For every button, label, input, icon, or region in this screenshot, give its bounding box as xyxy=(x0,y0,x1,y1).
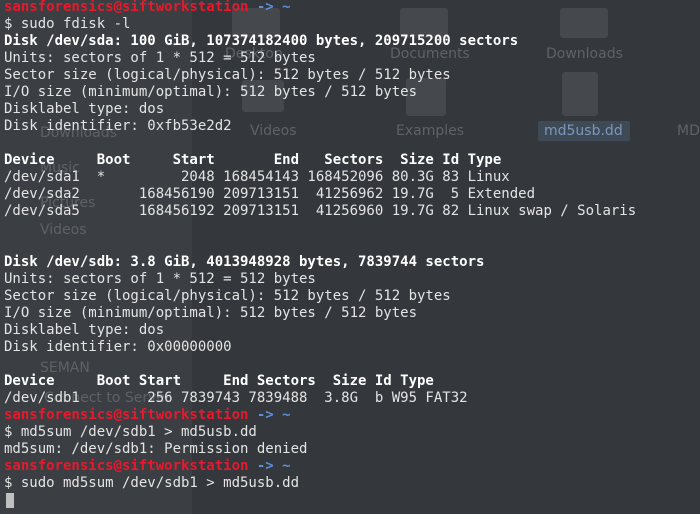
prompt-line: sansforensics@siftworkstation -> ~ xyxy=(4,0,291,16)
disk-sdb-label: Disklabel type: dos xyxy=(4,322,165,338)
disk-sdb-io-size: I/O size (minimum/optimal): 512 bytes / … xyxy=(4,305,418,321)
prompt-path: ~ xyxy=(282,407,291,423)
input-line[interactable] xyxy=(4,492,14,509)
disk-sdb-units: Units: sectors of 1 * 512 = 512 bytes xyxy=(4,271,316,287)
disk-sda-header: Disk /dev/sda: 100 GiB, 107374182400 byt… xyxy=(4,33,519,49)
prompt-arrow: -> xyxy=(256,0,274,15)
disk-sda-io-size: I/O size (minimum/optimal): 512 bytes / … xyxy=(4,84,418,100)
table-row: /dev/sda5 168456192 209713151 41256960 1… xyxy=(4,203,637,219)
table-row: /dev/sda1 * 2048 168454143 168452096 80.… xyxy=(4,169,510,185)
prompt-user: sansforensics@siftworkstation xyxy=(4,407,249,423)
prompt-arrow: -> xyxy=(256,458,274,474)
terminal-window[interactable]: sansforensics@siftworkstation -> ~ $ sud… xyxy=(0,0,700,514)
command-line: $ sudo md5sum /dev/sdb1 > md5usb.dd xyxy=(4,475,300,491)
terminal-cursor xyxy=(6,492,14,508)
disk-sda-units: Units: sectors of 1 * 512 = 512 bytes xyxy=(4,50,316,66)
prompt-line: sansforensics@siftworkstation -> ~ xyxy=(4,407,291,424)
prompt-user: sansforensics@siftworkstation xyxy=(4,458,249,474)
command-line: $ md5sum /dev/sdb1 > md5usb.dd xyxy=(4,424,257,440)
prompt-path: ~ xyxy=(282,458,291,474)
disk-sdb-identifier: Disk identifier: 0x00000000 xyxy=(4,339,232,355)
disk-sdb-header: Disk /dev/sdb: 3.8 GiB, 4013948928 bytes… xyxy=(4,254,485,270)
disk-sda-label: Disklabel type: dos xyxy=(4,101,165,117)
prompt-path: ~ xyxy=(282,0,291,15)
table-row: /dev/sda2 168456190 209713151 41256962 1… xyxy=(4,186,536,202)
prompt-line: sansforensics@siftworkstation -> ~ xyxy=(4,458,291,475)
command-line: $ sudo fdisk -l xyxy=(4,16,131,32)
disk-sda-identifier: Disk identifier: 0xfb53e2d2 xyxy=(4,118,232,134)
error-message: md5sum: /dev/sdb1: Permission denied xyxy=(4,441,308,457)
prompt-arrow: -> xyxy=(256,407,274,423)
prompt-user: sansforensics@siftworkstation xyxy=(4,0,249,15)
sda-table-header: Device Boot Start End Sectors Size Id Ty… xyxy=(4,152,502,168)
disk-sdb-sector-size: Sector size (logical/physical): 512 byte… xyxy=(4,288,451,304)
disk-sda-sector-size: Sector size (logical/physical): 512 byte… xyxy=(4,67,451,83)
sdb-table-header: Device Boot Start End Sectors Size Id Ty… xyxy=(4,373,434,389)
table-row: /dev/sdb1 256 7839743 7839488 3.8G b W95… xyxy=(4,390,468,406)
